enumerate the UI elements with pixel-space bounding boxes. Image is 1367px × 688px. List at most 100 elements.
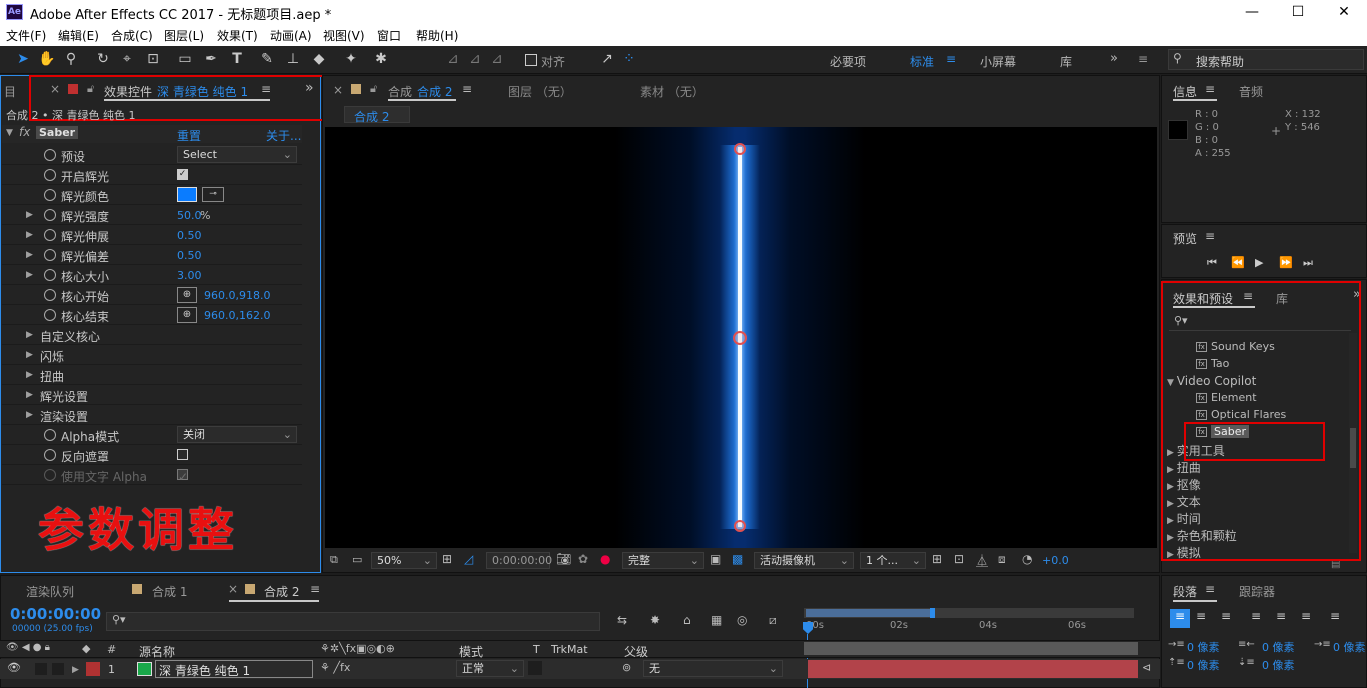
- param-8-stopwatch-icon[interactable]: [44, 309, 56, 321]
- snap-grid-icon[interactable]: ⁘: [620, 50, 638, 68]
- menu-layer[interactable]: 图层(L): [164, 27, 204, 44]
- indent-left-value[interactable]: 0 像素: [1187, 639, 1220, 655]
- param-4-stopwatch-icon[interactable]: [44, 229, 56, 241]
- timeline-search-input[interactable]: [106, 612, 600, 631]
- space-after-value[interactable]: 0 像素: [1262, 657, 1295, 673]
- eraser-tool-icon[interactable]: ◆: [310, 50, 328, 68]
- viewer-tab-name[interactable]: 合成 2: [417, 83, 452, 100]
- footage-viewer-tab[interactable]: 素材 （无）: [640, 83, 704, 100]
- graph-editor-icon[interactable]: ⧄: [769, 613, 777, 628]
- work-area-range[interactable]: [806, 609, 934, 617]
- layer-label-color[interactable]: [86, 662, 100, 676]
- show-snapshot-icon[interactable]: ✿: [578, 552, 588, 566]
- title-safe-icon[interactable]: ◿: [464, 552, 473, 566]
- menu-view[interactable]: 视图(V): [323, 27, 365, 44]
- menu-edit[interactable]: 编辑(E): [58, 27, 99, 44]
- param-8-point-picker-icon[interactable]: ⊕: [177, 307, 197, 323]
- maximize-button[interactable]: ☐: [1275, 0, 1321, 24]
- camera-tool-icon[interactable]: ⌖: [118, 50, 136, 68]
- param-7-point-picker-icon[interactable]: ⊕: [177, 287, 197, 303]
- reset-exposure-icon[interactable]: ◔: [1022, 552, 1032, 566]
- flowchart-icon[interactable]: ⧈: [998, 552, 1006, 567]
- param-11-expand-arrow[interactable]: ▶: [26, 370, 33, 380]
- param-9-expand-arrow[interactable]: ▶: [26, 330, 33, 340]
- align-left-icon[interactable]: ≡: [1170, 609, 1190, 628]
- param-10-expand-arrow[interactable]: ▶: [26, 350, 33, 360]
- fit-icon[interactable]: ⊞: [442, 552, 452, 566]
- camera-dropdown[interactable]: 活动摄像机 ⌄: [754, 552, 854, 569]
- timeline-zoom-icon[interactable]: ⊲: [1142, 661, 1151, 674]
- effect-name[interactable]: Saber: [36, 126, 79, 139]
- justify-right-icon[interactable]: ≡: [1301, 609, 1311, 623]
- pan-behind-tool-icon[interactable]: ⊡: [144, 50, 162, 68]
- preserve-transparency-toggle[interactable]: [528, 661, 542, 675]
- snapshot-icon[interactable]: 📷︎: [556, 552, 571, 566]
- close-button[interactable]: ✕: [1321, 0, 1367, 24]
- param-3-value[interactable]: 50.0: [177, 209, 202, 222]
- blend-mode-dropdown[interactable]: 正常 ⌄: [456, 660, 524, 677]
- comp1-tab[interactable]: 合成 1: [152, 583, 187, 600]
- audio-toggle[interactable]: [35, 663, 47, 675]
- axis-local-icon[interactable]: ⊿: [444, 50, 462, 68]
- layer-switches[interactable]: ⚘ ╱fx: [320, 661, 350, 674]
- play-icon[interactable]: ▶: [1255, 256, 1263, 269]
- fast-preview-icon[interactable]: ⊡: [954, 552, 964, 566]
- parent-dropdown[interactable]: 无 ⌄: [643, 660, 783, 677]
- transparency-grid-icon[interactable]: ▩: [732, 552, 743, 566]
- param-13-expand-arrow[interactable]: ▶: [26, 410, 33, 420]
- menu-file[interactable]: 文件(F): [6, 27, 46, 44]
- more-workspaces-icon[interactable]: »: [1110, 51, 1118, 66]
- menu-window[interactable]: 窗口: [377, 27, 401, 44]
- views-dropdown[interactable]: 1 个... ⌄: [860, 552, 926, 569]
- param-5-stopwatch-icon[interactable]: [44, 249, 56, 261]
- param-7-stopwatch-icon[interactable]: [44, 289, 56, 301]
- color-channel-icon[interactable]: ●: [600, 552, 610, 566]
- justify-all-icon[interactable]: ≡: [1330, 609, 1340, 623]
- video-visibility-icon[interactable]: 👁︎: [7, 661, 21, 674]
- param-16-stopwatch-icon[interactable]: [44, 469, 56, 481]
- align-center-icon[interactable]: ≡: [1196, 609, 1206, 623]
- workspace-essentials[interactable]: 必要项: [830, 53, 866, 70]
- param-3-expand-arrow[interactable]: ▶: [26, 210, 33, 220]
- param-6-expand-arrow[interactable]: ▶: [26, 270, 33, 280]
- viewer-menu-icon[interactable]: ≡: [462, 82, 472, 96]
- workspace-menu-icon[interactable]: ≡: [946, 52, 956, 66]
- motion-blur-icon[interactable]: ◎: [737, 613, 747, 627]
- justify-left-icon[interactable]: ≡: [1251, 609, 1261, 623]
- param-4-expand-arrow[interactable]: ▶: [26, 230, 33, 240]
- param-6-value[interactable]: 3.00: [177, 269, 202, 282]
- pen-tool-icon[interactable]: ✒: [202, 50, 220, 68]
- effect-about-link[interactable]: 关于...: [266, 127, 301, 144]
- param-7-value[interactable]: 960.0,918.0: [204, 289, 270, 302]
- fx-toggle-icon[interactable]: fx: [19, 125, 30, 139]
- work-area-end-handle[interactable]: [930, 608, 935, 618]
- toggle-pixel-aspect-icon[interactable]: ⊞: [932, 552, 942, 566]
- workspace-standard[interactable]: 标准: [910, 53, 934, 70]
- frame-blending-icon[interactable]: ▦: [711, 613, 722, 627]
- param-8-value[interactable]: 960.0,162.0: [204, 309, 270, 322]
- core-end-handle[interactable]: [734, 143, 746, 155]
- param-0-stopwatch-icon[interactable]: [44, 149, 56, 161]
- effect-collapse-arrow[interactable]: ▼: [6, 128, 13, 138]
- rectangle-tool-icon[interactable]: ▭: [176, 50, 194, 68]
- workspace-library[interactable]: 库: [1060, 53, 1072, 70]
- indent-first-value[interactable]: 0 像素: [1333, 639, 1366, 655]
- param-2-stopwatch-icon[interactable]: [44, 189, 56, 201]
- param-3-stopwatch-icon[interactable]: [44, 209, 56, 221]
- timeline-icon[interactable]: ⏅: [976, 552, 988, 569]
- timeline-menu-icon[interactable]: ≡: [310, 582, 320, 596]
- param-15-checkbox[interactable]: [177, 449, 188, 460]
- info-menu-icon[interactable]: ≡: [1205, 82, 1215, 96]
- workspace-options-icon[interactable]: ≡: [1138, 52, 1148, 66]
- last-frame-icon[interactable]: ⏭: [1303, 256, 1313, 270]
- rotate-tool-icon[interactable]: ↻: [94, 50, 112, 68]
- comp2-tab[interactable]: 合成 2: [264, 583, 299, 600]
- resolution-dropdown[interactable]: 完整 ⌄: [622, 552, 704, 569]
- param-2-color-swatch[interactable]: [177, 187, 197, 202]
- composition-mini-flowchart-icon[interactable]: ⇆: [617, 613, 627, 627]
- info-tab[interactable]: 信息: [1173, 83, 1197, 100]
- first-frame-icon[interactable]: ⏮: [1207, 256, 1217, 270]
- viewer-lock-icon[interactable]: 🔓︎: [370, 82, 377, 96]
- param-0-dropdown[interactable]: Select ⌄: [177, 146, 297, 163]
- param-1-stopwatch-icon[interactable]: [44, 169, 56, 181]
